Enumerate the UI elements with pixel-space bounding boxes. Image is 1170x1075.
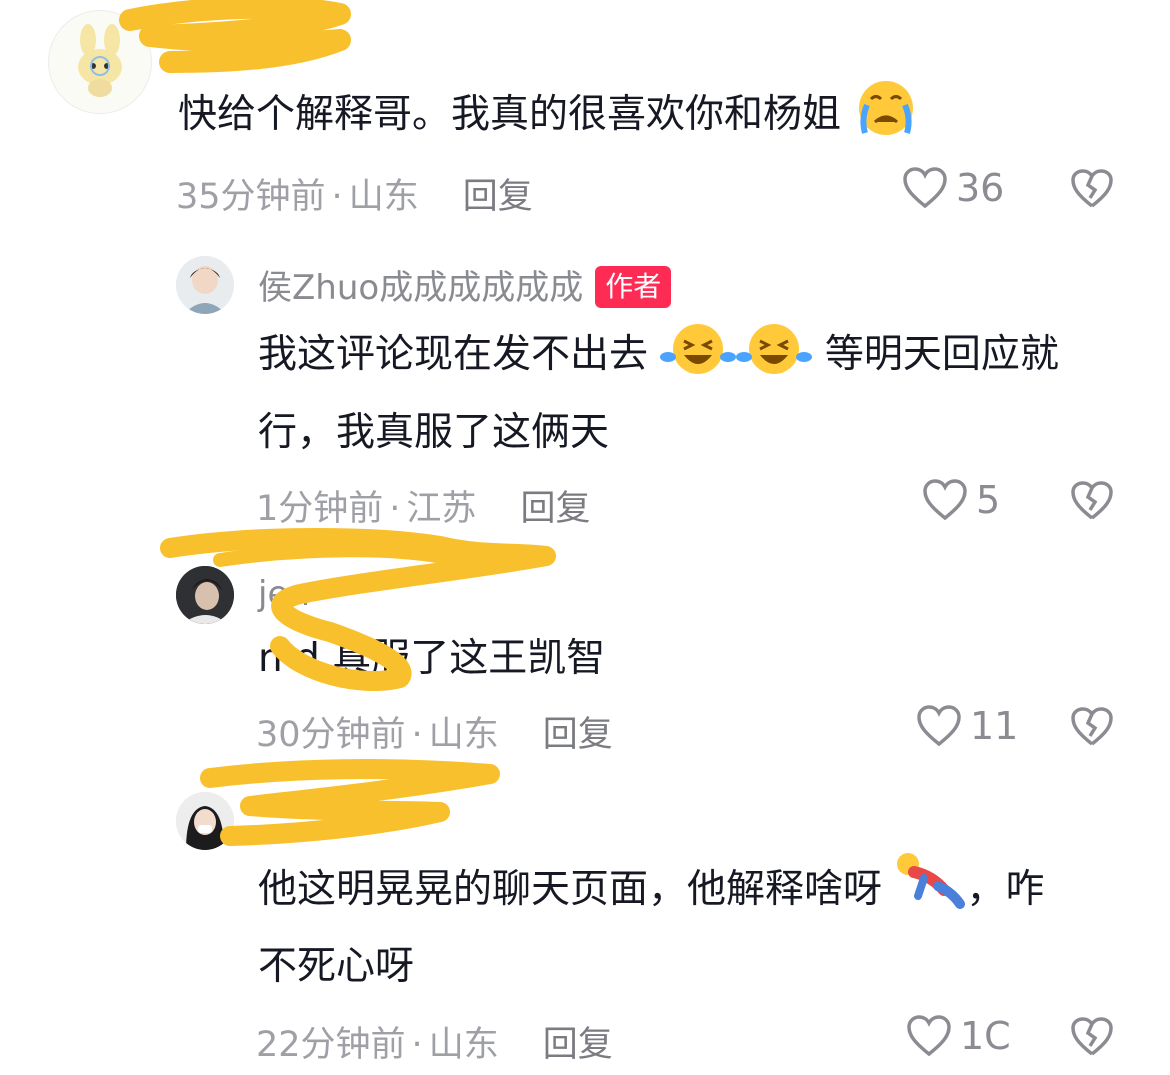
- comment-location: 山东: [428, 1025, 499, 1065]
- like-count: 1C: [960, 1014, 1011, 1058]
- comment-text-line1: 他这明晃晃的聊天页面，他解释啥呀: [258, 867, 883, 912]
- comment-text-line1-after: 等明天回应就: [824, 332, 1059, 377]
- avatar[interactable]: [48, 10, 152, 114]
- person-avatar-icon: [176, 256, 234, 314]
- heart-icon: [923, 479, 967, 521]
- comment-text-line1-after: ，咋: [966, 867, 1045, 912]
- comment-text: n d 真服了这王凯智: [258, 636, 606, 681]
- broken-heart-icon: [1071, 169, 1113, 208]
- dislike-button[interactable]: [1070, 706, 1114, 752]
- falling-person-icon: [894, 850, 966, 939]
- person-avatar-icon: [176, 566, 234, 624]
- laughing-crying-face-icon: [660, 317, 737, 404]
- heart-icon: [903, 167, 947, 209]
- comment-meta: 35分钟前 · 山东 回复: [176, 177, 533, 217]
- comment-time: 22分钟前: [256, 1025, 406, 1065]
- dislike-button[interactable]: [1070, 480, 1114, 526]
- reply-button[interactable]: 回复: [520, 489, 590, 529]
- comment-meta: 30分钟前 · 山东 回复: [256, 715, 613, 755]
- dislike-button[interactable]: [1070, 168, 1114, 214]
- author-badge: 作者: [595, 266, 672, 308]
- heart-icon: [907, 1015, 951, 1057]
- crying-face-icon: [853, 77, 919, 164]
- like-button[interactable]: 11: [916, 704, 1018, 748]
- laughing-crying-face-icon: [736, 317, 813, 404]
- comment-location: 山东: [348, 177, 419, 217]
- like-count: 36: [956, 166, 1005, 210]
- comment-time: 1分钟前: [256, 489, 384, 529]
- heart-icon: [917, 705, 961, 747]
- avatar[interactable]: [176, 566, 234, 624]
- comment-meta: 1分钟前 · 江苏 回复: [256, 489, 591, 529]
- comment-username[interactable]: jen: [258, 574, 310, 614]
- avatar[interactable]: [176, 256, 234, 314]
- broken-heart-icon: [1071, 707, 1113, 746]
- like-count: 5: [976, 478, 1001, 522]
- bunny-avatar-icon: [78, 24, 122, 97]
- comment-text-line2: 行，我真服了这俩天: [258, 410, 610, 455]
- comment-text-line1: 我这评论现在发不出去: [258, 332, 649, 377]
- reply-button[interactable]: 回复: [543, 1025, 613, 1065]
- reply-button[interactable]: 回复: [463, 177, 533, 217]
- broken-heart-icon: [1071, 481, 1113, 520]
- comment-time: 30分钟前: [256, 715, 406, 755]
- comment-location: 江苏: [406, 489, 477, 529]
- comment-location: 山东: [428, 715, 499, 755]
- like-button[interactable]: 5: [922, 478, 1000, 522]
- avatar[interactable]: [176, 792, 234, 850]
- reply-button[interactable]: 回复: [543, 715, 613, 755]
- comment-meta: 22分钟前 · 山东 回复: [256, 1025, 613, 1065]
- like-button[interactable]: 1C: [906, 1014, 1011, 1058]
- comment-text-line2: 不死心呀: [258, 944, 415, 989]
- comment-time: 35分钟前: [176, 177, 326, 217]
- person-avatar-icon: [176, 792, 234, 850]
- like-count: 11: [970, 704, 1019, 748]
- comment-username[interactable]: 侯Zhuo成成成成成成: [258, 268, 583, 308]
- comment-text: 快给个解释哥。我真的很喜欢你和杨姐: [178, 92, 842, 137]
- dislike-button[interactable]: [1070, 1016, 1114, 1062]
- like-button[interactable]: 36: [902, 166, 1004, 210]
- broken-heart-icon: [1071, 1017, 1113, 1056]
